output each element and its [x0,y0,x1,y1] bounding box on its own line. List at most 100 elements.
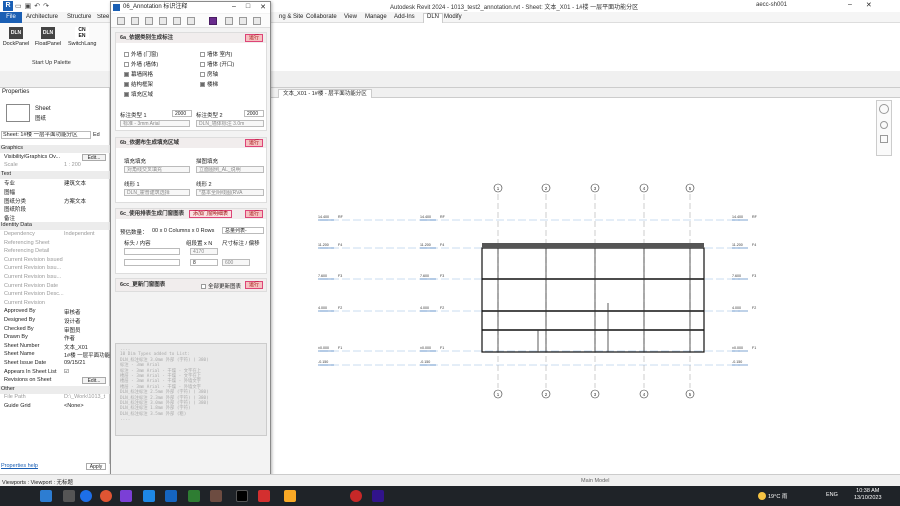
run-6c-button[interactable]: 运行 [244,210,263,218]
visual-studio-icon[interactable] [120,490,132,502]
edge-icon[interactable] [80,490,92,502]
trace-fill-select[interactable]: 立面图例_AL_说明 [196,166,264,173]
maximize-icon[interactable]: □ [246,3,250,11]
checkbox-box[interactable] [124,82,129,87]
property-category[interactable]: Identity Data [0,222,110,231]
count-value[interactable]: 8 [190,259,218,266]
close-icon[interactable]: ✕ [866,1,872,9]
tab-dln[interactable]: DLN [423,13,444,23]
update-all-checkbox[interactable]: 全部更新图表 [201,282,241,290]
open-icon[interactable]: ▭ [15,2,22,10]
property-row[interactable]: 图纸分类 方案文本 [0,197,110,205]
instance-selector[interactable]: Sheet: 1#楼 一层平面功能分区 [1,131,91,139]
checkbox-box[interactable] [124,52,129,57]
app-circle-icon[interactable] [350,490,362,502]
property-row[interactable]: Current Revision Issu... [0,265,110,273]
category-checkbox[interactable]: 墙体 室内) [200,50,232,58]
tool-2-icon[interactable] [131,17,139,25]
property-row[interactable]: Sheet Issue Date 09/15/21 [0,360,110,368]
property-row[interactable]: Drawn By 作者 [0,334,110,342]
edit-button[interactable]: Edit... [82,153,106,161]
category-checkbox[interactable]: 外墙 (门窗) [124,50,158,58]
close-icon[interactable]: ✕ [260,3,266,11]
folder-icon[interactable] [284,490,296,502]
floatpanel-button[interactable]: DLN FloatPanel [34,27,62,47]
property-row[interactable]: Current Revision Date [0,283,110,291]
tab-modify[interactable]: Modify [444,14,462,20]
zoom-icon[interactable] [880,121,888,129]
vscode-icon[interactable] [143,490,155,502]
user-signin[interactable]: aecc-sh001 [756,2,787,8]
photoshop-icon[interactable] [372,490,384,502]
category-checkbox[interactable]: 楼梯 [200,80,218,88]
tool-5-icon[interactable] [173,17,181,25]
property-row[interactable]: Referencing Sheet [0,240,110,248]
category-checkbox[interactable]: 结构框架 [124,80,153,88]
category-checkbox[interactable]: 房轴 [200,70,218,78]
category-checkbox[interactable]: 填充区域 [124,90,153,98]
checkbox-box[interactable] [124,62,129,67]
tab-collaborate[interactable]: Collaborate [306,14,337,20]
save-icon[interactable]: ▣ [25,2,32,10]
property-row[interactable]: 图幅 [0,188,110,196]
property-row[interactable]: 图纸阶段 [0,205,110,213]
tab-manage[interactable]: Manage [365,14,387,20]
revit-logo-icon[interactable]: R [3,1,13,11]
run-6a-button[interactable]: 运行 [244,34,263,42]
input-language[interactable]: ENG [826,492,838,498]
checkbox-box[interactable] [200,82,205,87]
property-row[interactable]: Current Revision Desc... [0,291,110,299]
property-row[interactable]: Sheet Name 1#楼 一层平面功能 [0,351,110,359]
app-green-icon[interactable] [188,490,200,502]
tab-architecture[interactable]: Architecture [26,14,58,20]
dim-type-1-offset[interactable]: 2000 [172,110,192,117]
dim-type-2-offset[interactable]: 2000 [244,110,264,117]
property-row[interactable]: Revisions on Sheet Edit... [0,377,110,385]
chrome-icon[interactable] [100,490,112,502]
active-workset[interactable]: Main Model [581,478,609,484]
add-schedule-button[interactable]: 添加门窗明细表 [188,210,232,218]
edit-type-button[interactable]: Ed [93,131,109,139]
revit-taskbar-icon[interactable] [165,490,177,502]
properties-help-link[interactable]: Properties help [1,463,38,469]
property-row[interactable]: Visibility/Graphics Ov... Edit... [0,153,110,162]
minimize-icon[interactable]: – [232,3,236,11]
task-view-icon[interactable] [63,490,75,502]
dockpanel-button[interactable]: DLN DockPanel [2,27,30,47]
property-category[interactable]: Text [0,170,110,179]
run-6b-button[interactable]: 运行 [244,139,263,147]
content-select[interactable] [124,259,180,266]
property-row[interactable]: Guide Grid <None> [0,403,110,411]
property-row[interactable]: Scale 1 : 200 [0,162,110,170]
tab-massing-site[interactable]: ng & Site [279,14,303,20]
tool-10-icon[interactable] [253,17,261,25]
checkbox-box[interactable] [200,72,205,77]
tab-structure[interactable]: Structure [67,14,91,20]
property-row[interactable]: Current Revision [0,300,110,308]
property-row[interactable]: Appears In Sheet List ☑ [0,369,110,377]
line-1-select[interactable]: DLN_霍普建筑选择 [124,189,190,196]
property-row[interactable]: Sheet Number 文本_X01 [0,343,110,351]
dim-type-2-select[interactable]: DLN_墙体标注 3.0m [196,120,264,127]
tool-9-icon[interactable] [239,17,247,25]
property-category[interactable]: Graphics [0,145,110,153]
property-row[interactable]: Checked By 审图员 [0,326,110,334]
app-brown-icon[interactable] [210,490,222,502]
redo-icon[interactable]: ↷ [43,2,49,10]
dim-type-1-select[interactable]: 标准 - 3mm Arial [120,120,190,127]
weather-icon[interactable] [758,492,766,500]
windows-start-icon[interactable] [40,490,52,502]
property-row[interactable]: Approved By 审核者 [0,308,110,316]
apply-button[interactable]: Apply [86,463,106,470]
offset-value[interactable]: 600 [222,259,250,266]
category-checkbox[interactable]: 外墙 (墙体) [124,60,158,68]
property-row[interactable]: Dependency Independent [0,231,110,239]
property-row[interactable]: Referencing Detail [0,248,110,256]
tool-3-icon[interactable] [145,17,153,25]
category-checkbox[interactable]: 墙体 (开口) [200,60,234,68]
property-row[interactable]: 专业 建筑文本 [0,179,110,187]
system-clock[interactable]: 10:38 AM 13/10/2023 [854,488,882,502]
edit-button[interactable]: Edit... [82,377,106,385]
tool-6-icon[interactable] [187,17,195,25]
checkbox-box[interactable] [124,72,129,77]
